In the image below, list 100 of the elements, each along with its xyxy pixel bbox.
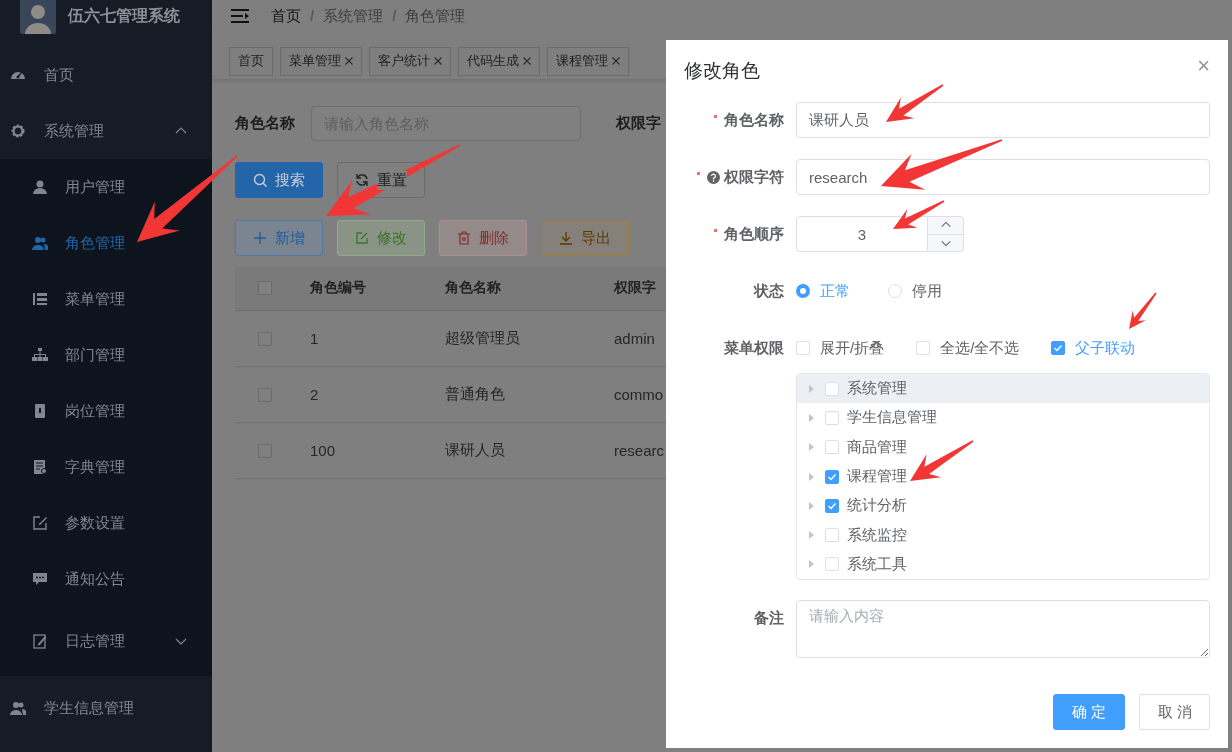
text-field[interactable]: 课研人员 xyxy=(796,102,1210,138)
tab-tag[interactable]: 课程管理 xyxy=(547,46,629,76)
tree-label: 统计分析 xyxy=(847,496,907,516)
checkbox-option[interactable]: 展开/折叠 xyxy=(796,338,885,358)
menu-item[interactable]: 通知公告 xyxy=(0,551,212,607)
menu-item[interactable]: 系统管理 xyxy=(0,103,212,159)
tree-label: 学生信息管理 xyxy=(847,408,937,428)
breadcrumb-link[interactable]: 角色管理 xyxy=(405,6,466,26)
breadcrumb-link[interactable]: 首页 xyxy=(271,6,301,26)
form-label: 角色名称 xyxy=(724,110,784,130)
field-label: 角色名称 xyxy=(235,113,296,133)
tab-tag[interactable]: 代码生成 xyxy=(458,46,540,76)
toolbar-button[interactable]: 导出 xyxy=(541,220,629,256)
menu-label: 学生信息管理 xyxy=(44,698,134,718)
menu-item[interactable]: 参数设置 xyxy=(0,495,212,551)
menu-label: 首页 xyxy=(44,65,74,85)
breadcrumb-separator: / xyxy=(392,6,397,26)
book-icon xyxy=(32,459,48,475)
person-icon xyxy=(32,179,48,195)
refresh-icon xyxy=(355,173,369,187)
download-icon xyxy=(559,231,573,245)
edit-icon xyxy=(355,231,369,245)
menu-item[interactable]: 日志管理 xyxy=(0,607,212,671)
menu-label: 角色管理 xyxy=(65,233,125,253)
chat-icon xyxy=(32,571,48,587)
form-label: 角色顺序 xyxy=(724,224,784,244)
trash-icon xyxy=(457,231,471,245)
checkbox[interactable] xyxy=(825,469,839,484)
tree-node[interactable]: 课程管理 xyxy=(797,461,1209,492)
checkbox-option[interactable]: 父子联动 xyxy=(1051,338,1136,358)
search-icon xyxy=(253,173,267,187)
tab-tag[interactable]: 客户统计 xyxy=(369,46,451,76)
form-label: 状态 xyxy=(754,281,784,301)
checkbox[interactable] xyxy=(825,498,839,513)
annotation-arrow xyxy=(910,440,974,481)
form-label: 菜单权限 xyxy=(724,338,784,358)
text-field[interactable]: research xyxy=(796,159,1210,195)
column-header: 角色编号 xyxy=(309,279,367,297)
menu-item[interactable]: 首页 xyxy=(0,47,212,103)
tree-node[interactable]: 学生信息管理 xyxy=(797,403,1209,433)
tree-label: 系统工具 xyxy=(847,554,907,574)
close-button[interactable]: × xyxy=(1197,56,1210,76)
tree-node[interactable]: 商品管理 xyxy=(797,432,1209,462)
annotation-arrow xyxy=(1129,292,1157,329)
table-cell-text: 超级管理员 xyxy=(444,329,521,348)
form-label: 权限字符 xyxy=(724,167,784,187)
menu-label: 部门管理 xyxy=(65,345,125,365)
column-header: 角色名称 xyxy=(444,279,502,297)
menu-item[interactable]: 角色管理 xyxy=(0,215,212,271)
menu-item[interactable]: 学生信息管理 xyxy=(0,676,212,740)
people-icon xyxy=(32,235,48,251)
list-icon xyxy=(32,291,48,307)
menu-label: 菜单管理 xyxy=(65,289,125,309)
tree-node[interactable]: 统计分析 xyxy=(797,491,1209,521)
app-title: 伍六七管理系统 xyxy=(68,6,180,26)
tab-tag[interactable]: 菜单管理 xyxy=(280,46,362,76)
table-cell-text: researc xyxy=(613,442,666,459)
hierarchy-icon xyxy=(32,347,48,363)
annotation-arrow xyxy=(886,84,944,122)
table-cell-text: admin xyxy=(613,330,656,347)
cancel-button[interactable]: 取消 xyxy=(1139,694,1210,730)
textarea-field[interactable]: 请输入内容 xyxy=(796,600,1210,659)
gear-icon xyxy=(10,123,26,139)
radio-option[interactable]: 正常 xyxy=(796,281,858,301)
id-card-icon xyxy=(32,403,48,419)
table-cell-text: 普通角色 xyxy=(444,385,506,404)
checkbox-option[interactable]: 全选/全不选 xyxy=(916,338,1020,358)
tree-label: 系统管理 xyxy=(847,379,907,399)
menu-item[interactable]: 部门管理 xyxy=(0,327,212,383)
tree-node[interactable]: 系统监控 xyxy=(797,520,1209,550)
tab-tag[interactable]: 首页 xyxy=(229,46,273,76)
menu-icon xyxy=(231,8,249,24)
menu-item[interactable]: 岗位管理 xyxy=(0,383,212,439)
checkmark-icon xyxy=(827,471,837,482)
tree-label: 课程管理 xyxy=(847,467,907,487)
annotation-arrow xyxy=(893,200,945,229)
menu-label: 通知公告 xyxy=(65,569,125,589)
form-label: 备注 xyxy=(754,608,784,628)
column-header: 权限字 xyxy=(613,279,657,297)
search-button[interactable]: 搜索 xyxy=(235,162,323,198)
breadcrumb-link[interactable]: 系统管理 xyxy=(323,6,384,26)
notepad-icon xyxy=(32,633,48,649)
radio-option[interactable]: 停用 xyxy=(888,281,950,301)
menu-label: 岗位管理 xyxy=(65,401,125,421)
tree-node[interactable]: 系统管理 xyxy=(797,374,1209,404)
menu-label: 参数设置 xyxy=(65,513,125,533)
table-cell-text: 课研人员 xyxy=(444,441,506,460)
checkmark-icon xyxy=(827,500,837,511)
table-cell-text: 2 xyxy=(309,386,320,403)
tree-node[interactable]: 系统工具 xyxy=(797,549,1209,580)
table-cell-text: 1 xyxy=(309,330,320,347)
number-field[interactable]: 3 xyxy=(796,216,928,252)
table-cell-text: 100 xyxy=(309,442,337,459)
confirm-button[interactable]: 确定 xyxy=(1053,694,1125,730)
menu-item[interactable]: 菜单管理 xyxy=(0,271,212,327)
people-icon xyxy=(10,700,26,716)
edit-icon xyxy=(32,515,48,531)
menu-item[interactable]: 字典管理 xyxy=(0,439,212,495)
menu-item[interactable]: 用户管理 xyxy=(0,159,212,215)
menu-label: 字典管理 xyxy=(65,457,125,477)
